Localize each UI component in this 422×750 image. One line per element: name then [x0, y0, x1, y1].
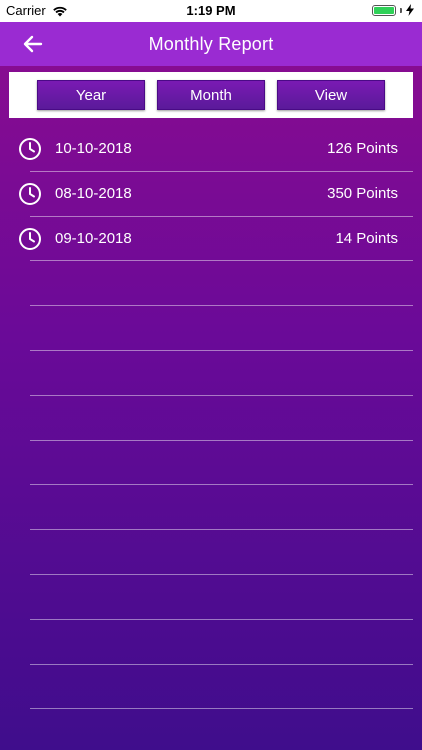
report-date: 08-10-2018: [55, 184, 132, 202]
charging-bolt-icon: [406, 4, 414, 16]
empty-row: [0, 351, 422, 396]
clock-icon: [19, 182, 41, 205]
empty-row: [0, 530, 422, 575]
battery-tip: [400, 7, 402, 13]
arrow-left-icon: [23, 35, 43, 53]
report-row[interactable]: 08-10-2018 350 Points: [0, 172, 422, 217]
battery-fill: [374, 6, 394, 14]
empty-row: [0, 575, 422, 620]
empty-row: [0, 306, 422, 351]
clock-icon: [19, 138, 41, 160]
filter-panel: Year Month View: [9, 72, 413, 118]
report-row[interactable]: 10-10-2018 126 Points: [0, 127, 422, 172]
report-row[interactable]: 09-10-2018 14 Points: [0, 217, 422, 262]
status-right: [372, 4, 414, 16]
report-list: 10-10-2018 126 Points 08-10-2018 350 Poi…: [0, 127, 422, 710]
empty-row: [0, 441, 422, 486]
report-points: 126 Points: [327, 140, 398, 157]
back-button[interactable]: [18, 30, 48, 58]
report-date: 09-10-2018: [55, 229, 132, 247]
page-title: Monthly Report: [148, 33, 274, 54]
empty-row: [0, 665, 422, 710]
view-button[interactable]: View: [277, 80, 385, 110]
month-button[interactable]: Month: [157, 80, 265, 110]
status-time: 1:19 PM: [186, 3, 236, 18]
report-points: 350 Points: [327, 184, 398, 202]
battery-icon: [372, 4, 396, 16]
report-points: 14 Points: [335, 229, 398, 247]
row-divider: [30, 708, 413, 710]
empty-row: [0, 261, 422, 307]
clock-icon: [19, 227, 41, 250]
nav-header: Monthly Report: [0, 22, 422, 66]
empty-row: [0, 620, 422, 665]
empty-row: [0, 485, 422, 531]
report-date: 10-10-2018: [55, 140, 132, 157]
status-bar: Carrier 1:19 PM: [0, 0, 422, 22]
empty-row: [0, 396, 422, 441]
year-button[interactable]: Year: [37, 80, 145, 110]
